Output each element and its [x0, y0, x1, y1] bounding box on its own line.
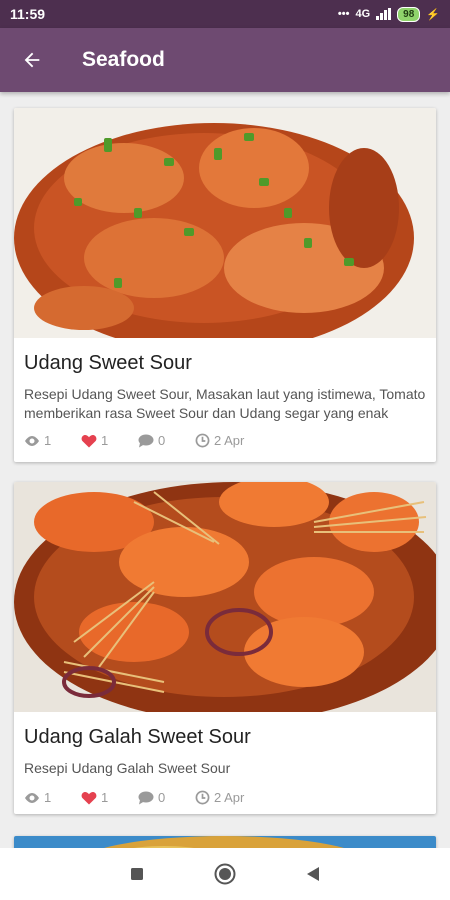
comments-count: 0 — [158, 433, 166, 448]
recipe-card[interactable]: Udang Galah Sweet Sour Resepi Udang Gala… — [14, 482, 436, 814]
charging-icon: ⚡ — [426, 8, 440, 21]
likes-stat[interactable]: 1 — [81, 433, 138, 448]
network-label: 4G — [355, 8, 371, 20]
status-icons: ••• 4G 98 ⚡ — [337, 6, 440, 22]
heart-icon — [81, 434, 97, 447]
app-bar: Seafood — [0, 28, 450, 92]
date-stat: 2 Apr — [195, 790, 244, 805]
likes-stat[interactable]: 1 — [81, 790, 138, 805]
comment-icon — [138, 434, 154, 447]
arrow-left-icon — [24, 52, 40, 68]
date-label: 2 Apr — [214, 433, 245, 448]
eye-icon — [25, 435, 39, 446]
square-icon[interactable] — [130, 867, 144, 881]
eye-icon — [25, 792, 39, 803]
comment-icon — [138, 791, 154, 804]
status-time: 11:59 — [10, 6, 46, 22]
system-nav-bar — [0, 848, 450, 900]
comments-stat[interactable]: 0 — [138, 433, 195, 448]
recipe-title: Udang Sweet Sour — [24, 352, 192, 374]
likes-count: 1 — [101, 790, 109, 805]
recipe-image[interactable] — [14, 836, 436, 848]
signal-icon — [376, 8, 392, 20]
back-triangle-icon[interactable] — [306, 866, 320, 882]
home-circle-icon[interactable] — [214, 863, 236, 885]
recipe-image[interactable] — [14, 482, 436, 712]
views-stat: 1 — [24, 433, 81, 448]
status-bar: 11:59 ••• 4G 98 ⚡ — [0, 0, 450, 28]
clock-icon — [195, 433, 210, 448]
comments-stat[interactable]: 0 — [138, 790, 195, 805]
page-title: Seafood — [82, 48, 165, 71]
dots-icon: ••• — [337, 8, 350, 20]
recipe-card[interactable]: Udang Sweet Sour Resepi Udang Sweet Sour… — [14, 108, 436, 462]
views-stat: 1 — [24, 790, 81, 805]
heart-icon — [81, 791, 97, 804]
likes-count: 1 — [101, 433, 109, 448]
battery-level: 98 — [403, 8, 415, 20]
views-count: 1 — [44, 790, 52, 805]
views-count: 1 — [44, 433, 52, 448]
date-label: 2 Apr — [214, 790, 245, 805]
back-button[interactable] — [0, 28, 64, 92]
comments-count: 0 — [158, 790, 166, 805]
recipe-list[interactable]: Udang Sweet Sour Resepi Udang Sweet Sour… — [0, 92, 450, 848]
recipe-title: Udang Galah Sweet Sour — [24, 726, 251, 748]
recipe-stats: 1 1 0 2 Apr — [24, 433, 426, 448]
clock-icon — [195, 790, 210, 805]
battery-icon: 98 — [397, 6, 421, 22]
recipe-description: Resepi Udang Galah Sweet Sour — [24, 760, 231, 776]
recipe-stats: 1 1 0 2 Apr — [24, 790, 426, 805]
recipe-image[interactable] — [14, 108, 436, 338]
date-stat: 2 Apr — [195, 433, 244, 448]
recipe-card[interactable] — [14, 836, 436, 848]
recipe-description: Resepi Udang Sweet Sour, Masakan laut ya… — [24, 386, 426, 421]
